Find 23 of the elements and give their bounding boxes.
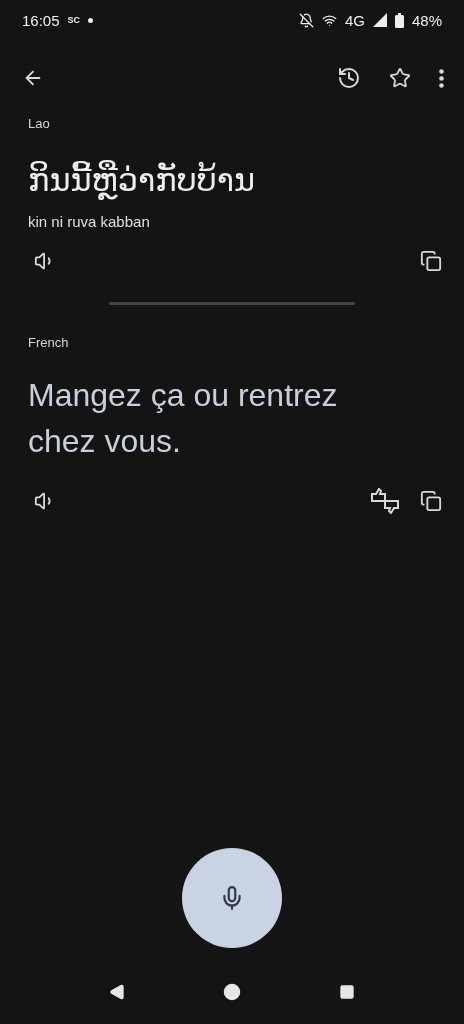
translation-text: Mangez ça ou rentrez chez vous.: [28, 376, 339, 461]
status-tag: SC: [67, 15, 81, 25]
source-text: ກິນນີ້ຫຼືວ່າກັບບ້ານ: [28, 159, 257, 202]
signal-icon: [372, 13, 387, 27]
hotspot-icon: [321, 12, 337, 28]
battery-icon: [394, 12, 404, 28]
notification-dot: [88, 17, 94, 23]
copy-icon: [420, 490, 442, 512]
target-language: French: [28, 335, 70, 350]
clock: 16:05: [22, 11, 60, 29]
square-icon: [339, 984, 355, 1000]
mute-icon: [298, 12, 314, 28]
history-icon: [337, 66, 361, 90]
battery-level: 48%: [411, 11, 442, 29]
more-icon: [439, 68, 444, 88]
circle-icon: [223, 983, 241, 1001]
triangle-icon: [109, 984, 125, 1000]
copy-icon: [420, 250, 442, 272]
network-type: 4G: [344, 11, 365, 29]
star-icon: [389, 67, 411, 89]
thumbs-icon: [370, 488, 400, 514]
transliteration: kin ni ruva kabban: [28, 213, 151, 230]
source-language: Lao: [28, 116, 51, 131]
